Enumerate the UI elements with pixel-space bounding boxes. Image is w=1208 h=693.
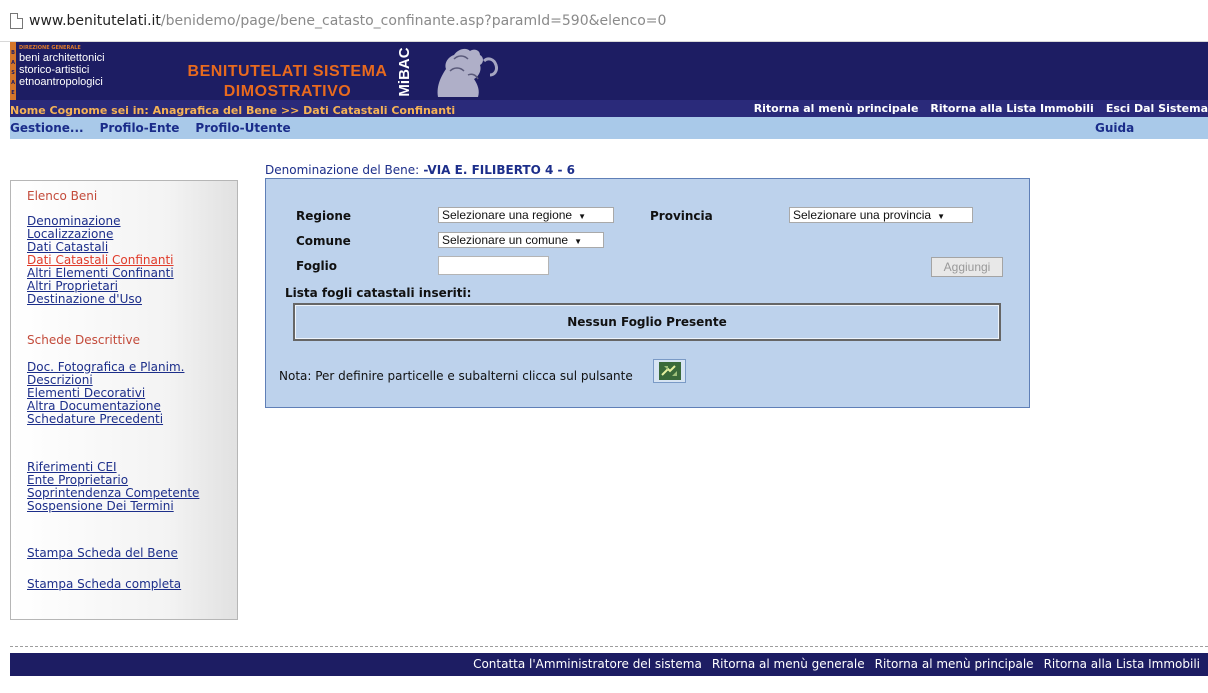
site-name: BENITUTELATI SISTEMA DIMOSTRATIVO — [187, 63, 388, 100]
foglio-label: Foglio — [296, 259, 338, 273]
link-lista-immobili[interactable]: Ritorna alla Lista Immobili — [930, 102, 1093, 115]
footer-link-menu-principale[interactable]: Ritorna al menù principale — [875, 657, 1034, 671]
provincia-select[interactable]: Selezionare una provincia ▼ — [789, 207, 973, 223]
regione-select[interactable]: Selezionare una regione ▼ — [438, 207, 614, 223]
provincia-label: Provincia — [650, 209, 713, 223]
dropdown-arrow-icon: ▼ — [578, 212, 587, 221]
sidebar-item-stampa-bene[interactable]: Stampa Scheda del Bene — [27, 547, 178, 560]
fogli-list-empty: Nessun Foglio Presente — [293, 303, 1001, 341]
main-menu-bar: Gestione... Profilo-Ente Profilo-Utente … — [10, 117, 1208, 139]
header-right-links: Ritorna al menù principale Ritorna alla … — [754, 102, 1208, 115]
sidebar-item-sospensione-termini[interactable]: Sospensione Dei Termini — [27, 500, 174, 513]
menu-guida[interactable]: Guida — [1095, 121, 1134, 135]
breadcrumb: Nome Cognome sei in: Anagrafica del Bene… — [10, 104, 456, 117]
main-menu: Gestione... Profilo-Ente Profilo-Utente — [10, 121, 291, 135]
particelle-icon — [658, 362, 681, 380]
header-nav: Nome Cognome sei in: Anagrafica del Bene… — [10, 100, 1208, 117]
particelle-button[interactable] — [653, 359, 686, 383]
sidebar-section-schede-descrittive: Schede Descrittive — [27, 333, 140, 347]
comune-select[interactable]: Selezionare un comune ▼ — [438, 232, 604, 248]
footer-divider — [10, 646, 1208, 647]
lista-fogli-label: Lista fogli catastali inseriti: — [285, 286, 472, 300]
regione-label: Regione — [296, 209, 352, 223]
menu-gestione[interactable]: Gestione... — [10, 121, 84, 135]
dropdown-arrow-icon: ▼ — [574, 237, 583, 246]
menu-profilo-ente[interactable]: Profilo-Ente — [100, 121, 180, 135]
denominazione-bene: Denominazione del Bene: -VIA E. FILIBERT… — [265, 163, 575, 177]
sidebar-section-elenco-beni: Elenco Beni — [27, 189, 98, 203]
footer-link-menu-generale[interactable]: Ritorna al menù generale — [712, 657, 865, 671]
sidebar-item-schedature-precedenti[interactable]: Schedature Precedenti — [27, 413, 163, 426]
form-panel: Regione Selezionare una regione ▼ Provinc… — [265, 178, 1030, 408]
footer-link-lista-immobili[interactable]: Ritorna alla Lista Immobili — [1044, 657, 1200, 671]
footer-links: Contatta l'Amministratore del sistema Ri… — [473, 657, 1200, 671]
direzione-generale-label: DIREZIONE GENERALE — [19, 45, 81, 51]
menu-profilo-utente[interactable]: Profilo-Utente — [195, 121, 290, 135]
ministry-name: beni architettonici storico-artistici et… — [19, 52, 105, 88]
denominazione-value: -VIA E. FILIBERTO 4 - 6 — [423, 163, 575, 177]
aggiungi-button[interactable]: Aggiungi — [931, 257, 1003, 277]
link-menu-principale[interactable]: Ritorna al menù principale — [754, 102, 919, 115]
comune-label: Comune — [296, 234, 351, 248]
basae-strip: B A S A E — [10, 42, 16, 100]
dropdown-arrow-icon: ▼ — [937, 212, 946, 221]
footer-bar: Contatta l'Amministratore del sistema Ri… — [10, 653, 1208, 676]
url-text[interactable]: www.benitutelati.it/benidemo/page/bene_c… — [29, 13, 666, 29]
sidebar: Elenco Beni Denominazione Localizzazione… — [10, 180, 238, 620]
page-icon — [10, 12, 23, 29]
footer-link-contatta[interactable]: Contatta l'Amministratore del sistema — [473, 657, 702, 671]
site-banner: B A S A E DIREZIONE GENERALE beni archit… — [10, 42, 1208, 100]
nota-text: Nota: Per definire particelle e subalter… — [279, 369, 633, 383]
link-esci[interactable]: Esci Dal Sistema — [1106, 102, 1208, 115]
sidebar-item-stampa-completa[interactable]: Stampa Scheda completa — [27, 578, 181, 591]
browser-url-bar[interactable]: www.benitutelati.it/benidemo/page/bene_c… — [0, 0, 1208, 42]
foglio-input[interactable] — [438, 256, 549, 275]
sidebar-item-destinazione-uso[interactable]: Destinazione d'Uso — [27, 293, 142, 306]
horse-statue-icon — [437, 48, 498, 97]
